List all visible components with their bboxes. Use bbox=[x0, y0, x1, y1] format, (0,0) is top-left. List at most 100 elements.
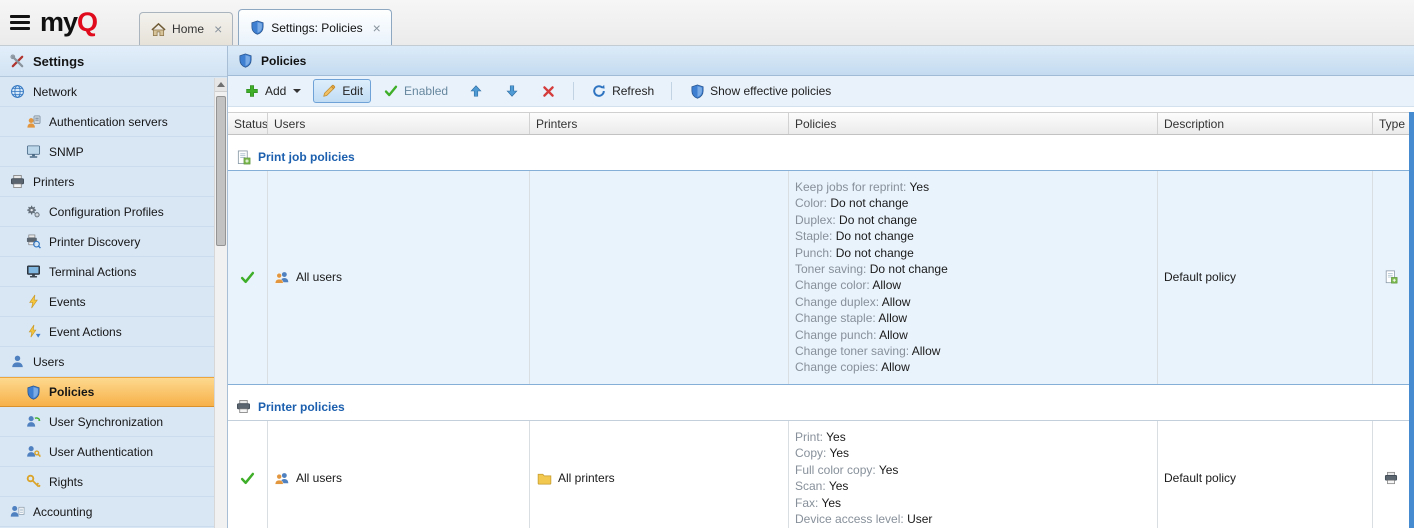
policy-line: Change color: Allow bbox=[795, 277, 1151, 293]
home-icon bbox=[150, 21, 166, 37]
sidebar-item-users[interactable]: Users bbox=[0, 347, 227, 377]
refresh-button[interactable]: Refresh bbox=[583, 79, 662, 103]
status-check-icon bbox=[240, 269, 256, 285]
column-header-status[interactable]: Status bbox=[228, 113, 268, 134]
user-key-icon bbox=[25, 444, 41, 460]
delete-button[interactable] bbox=[532, 79, 564, 103]
sidebar-item-printers[interactable]: Printers bbox=[0, 167, 227, 197]
shield-icon bbox=[25, 384, 41, 400]
sidebar-scrollbar[interactable] bbox=[214, 78, 227, 528]
printer-icon bbox=[235, 399, 251, 415]
policy-line: Device access level: User bbox=[795, 511, 1151, 527]
policy-line: Duplex: Do not change bbox=[795, 212, 1151, 228]
type-cell bbox=[1373, 171, 1409, 384]
sidebar-item-label: Policies bbox=[49, 385, 94, 399]
column-header-description[interactable]: Description bbox=[1158, 113, 1373, 134]
policy-line: Change punch: Allow bbox=[795, 327, 1151, 343]
sidebar-item-accounting[interactable]: Accounting bbox=[0, 497, 227, 527]
arrow-down-icon bbox=[504, 83, 520, 99]
tab-bar: Home × Settings: Policies × bbox=[139, 0, 392, 45]
status-check-icon bbox=[240, 470, 256, 486]
column-header-users[interactable]: Users bbox=[268, 113, 530, 134]
sidebar-item-label: Authentication servers bbox=[49, 115, 168, 129]
sidebar-item-snmp[interactable]: SNMP bbox=[0, 137, 227, 167]
policy-line: Keep jobs for reprint: Yes bbox=[795, 179, 1151, 195]
close-icon[interactable]: × bbox=[214, 22, 222, 36]
plus-icon bbox=[244, 83, 260, 99]
gears-icon bbox=[25, 204, 41, 220]
column-header-printers[interactable]: Printers bbox=[530, 113, 789, 134]
tab-label: Settings: Policies bbox=[271, 21, 362, 35]
enabled-button[interactable]: Enabled bbox=[375, 79, 456, 103]
sidebar-item-label: Events bbox=[49, 295, 86, 309]
delete-x-icon bbox=[540, 83, 556, 99]
table-scrollbar[interactable] bbox=[1409, 112, 1414, 528]
tab-settings-policies[interactable]: Settings: Policies × bbox=[238, 9, 392, 45]
policies-cell: Keep jobs for reprint: Yes Color: Do not… bbox=[789, 171, 1158, 384]
show-effective-policies-button[interactable]: Show effective policies bbox=[681, 79, 839, 103]
page-title: Policies bbox=[261, 54, 306, 68]
tab-home[interactable]: Home × bbox=[139, 12, 233, 45]
edit-button[interactable]: Edit bbox=[313, 79, 371, 103]
policy-line: Scan: Yes bbox=[795, 478, 1151, 494]
printer-policy-type-icon bbox=[1383, 470, 1399, 486]
policy-line: Print: Yes bbox=[795, 429, 1151, 445]
sidebar-item-authentication-servers[interactable]: Authentication servers bbox=[0, 107, 227, 137]
column-header-policies[interactable]: Policies bbox=[789, 113, 1158, 134]
users-cell: All users bbox=[268, 171, 530, 384]
add-button[interactable]: Add bbox=[236, 79, 309, 103]
move-up-button[interactable] bbox=[460, 79, 492, 103]
users-value: All users bbox=[296, 270, 342, 284]
edit-button-label: Edit bbox=[342, 84, 363, 98]
table-row[interactable]: All users All printers Print: Yes Copy: … bbox=[228, 420, 1409, 528]
menu-hamburger-icon[interactable] bbox=[10, 15, 30, 30]
show-effective-policies-label: Show effective policies bbox=[710, 84, 831, 98]
sidebar-item-configuration-profiles[interactable]: Configuration Profiles bbox=[0, 197, 227, 227]
status-cell bbox=[228, 421, 268, 528]
policy-line: Punch: Do not change bbox=[795, 245, 1151, 261]
sidebar-item-printer-discovery[interactable]: Printer Discovery bbox=[0, 227, 227, 257]
section-printer-policies: Printer policies bbox=[228, 394, 1409, 420]
myq-logo: myQ bbox=[40, 9, 97, 36]
sidebar-item-network[interactable]: Network bbox=[0, 77, 227, 107]
policy-line: Change toner saving: Allow bbox=[795, 343, 1151, 359]
sidebar-item-events[interactable]: Events bbox=[0, 287, 227, 317]
lightning-action-icon bbox=[25, 324, 41, 340]
chevron-down-icon bbox=[293, 89, 301, 93]
printer-search-icon bbox=[25, 234, 41, 250]
status-cell bbox=[228, 171, 268, 384]
sidebar-item-policies[interactable]: Policies bbox=[0, 377, 227, 407]
table-row[interactable]: All users Keep jobs for reprint: Yes Col… bbox=[228, 170, 1409, 385]
check-icon bbox=[383, 83, 399, 99]
top-bar: myQ Home × Settings: Policies × bbox=[0, 0, 1414, 46]
description-value: Default policy bbox=[1164, 471, 1236, 485]
sidebar-item-label: Printer Discovery bbox=[49, 235, 140, 249]
all-users-icon bbox=[274, 470, 290, 486]
scroll-up-icon[interactable] bbox=[215, 78, 227, 92]
sidebar-item-event-actions[interactable]: Event Actions bbox=[0, 317, 227, 347]
sidebar-item-label: Terminal Actions bbox=[49, 265, 136, 279]
globe-icon bbox=[9, 84, 25, 100]
folder-icon bbox=[536, 470, 552, 486]
sidebar-item-user-synchronization[interactable]: User Synchronization bbox=[0, 407, 227, 437]
policy-line: Change duplex: Allow bbox=[795, 294, 1151, 310]
sidebar-item-label: User Authentication bbox=[49, 445, 153, 459]
users-value: All users bbox=[296, 471, 342, 485]
sidebar-item-user-authentication[interactable]: User Authentication bbox=[0, 437, 227, 467]
policy-line: Change copies: Allow bbox=[795, 359, 1151, 375]
enabled-button-label: Enabled bbox=[404, 84, 448, 98]
sidebar-item-label: Network bbox=[33, 85, 77, 99]
printers-cell: All printers bbox=[530, 421, 789, 528]
pencil-icon bbox=[321, 83, 337, 99]
close-icon[interactable]: × bbox=[373, 21, 381, 35]
printers-value: All printers bbox=[558, 471, 615, 485]
policies-table: Status Users Printers Policies Descripti… bbox=[228, 112, 1409, 528]
sidebar-item-rights[interactable]: Rights bbox=[0, 467, 227, 497]
sidebar-item-terminal-actions[interactable]: Terminal Actions bbox=[0, 257, 227, 287]
sidebar-title: Settings bbox=[0, 46, 227, 77]
sidebar-title-label: Settings bbox=[33, 54, 84, 69]
policy-line: Color: Do not change bbox=[795, 195, 1151, 211]
scrollbar-thumb[interactable] bbox=[216, 96, 226, 246]
column-header-type[interactable]: Type bbox=[1373, 113, 1409, 134]
move-down-button[interactable] bbox=[496, 79, 528, 103]
